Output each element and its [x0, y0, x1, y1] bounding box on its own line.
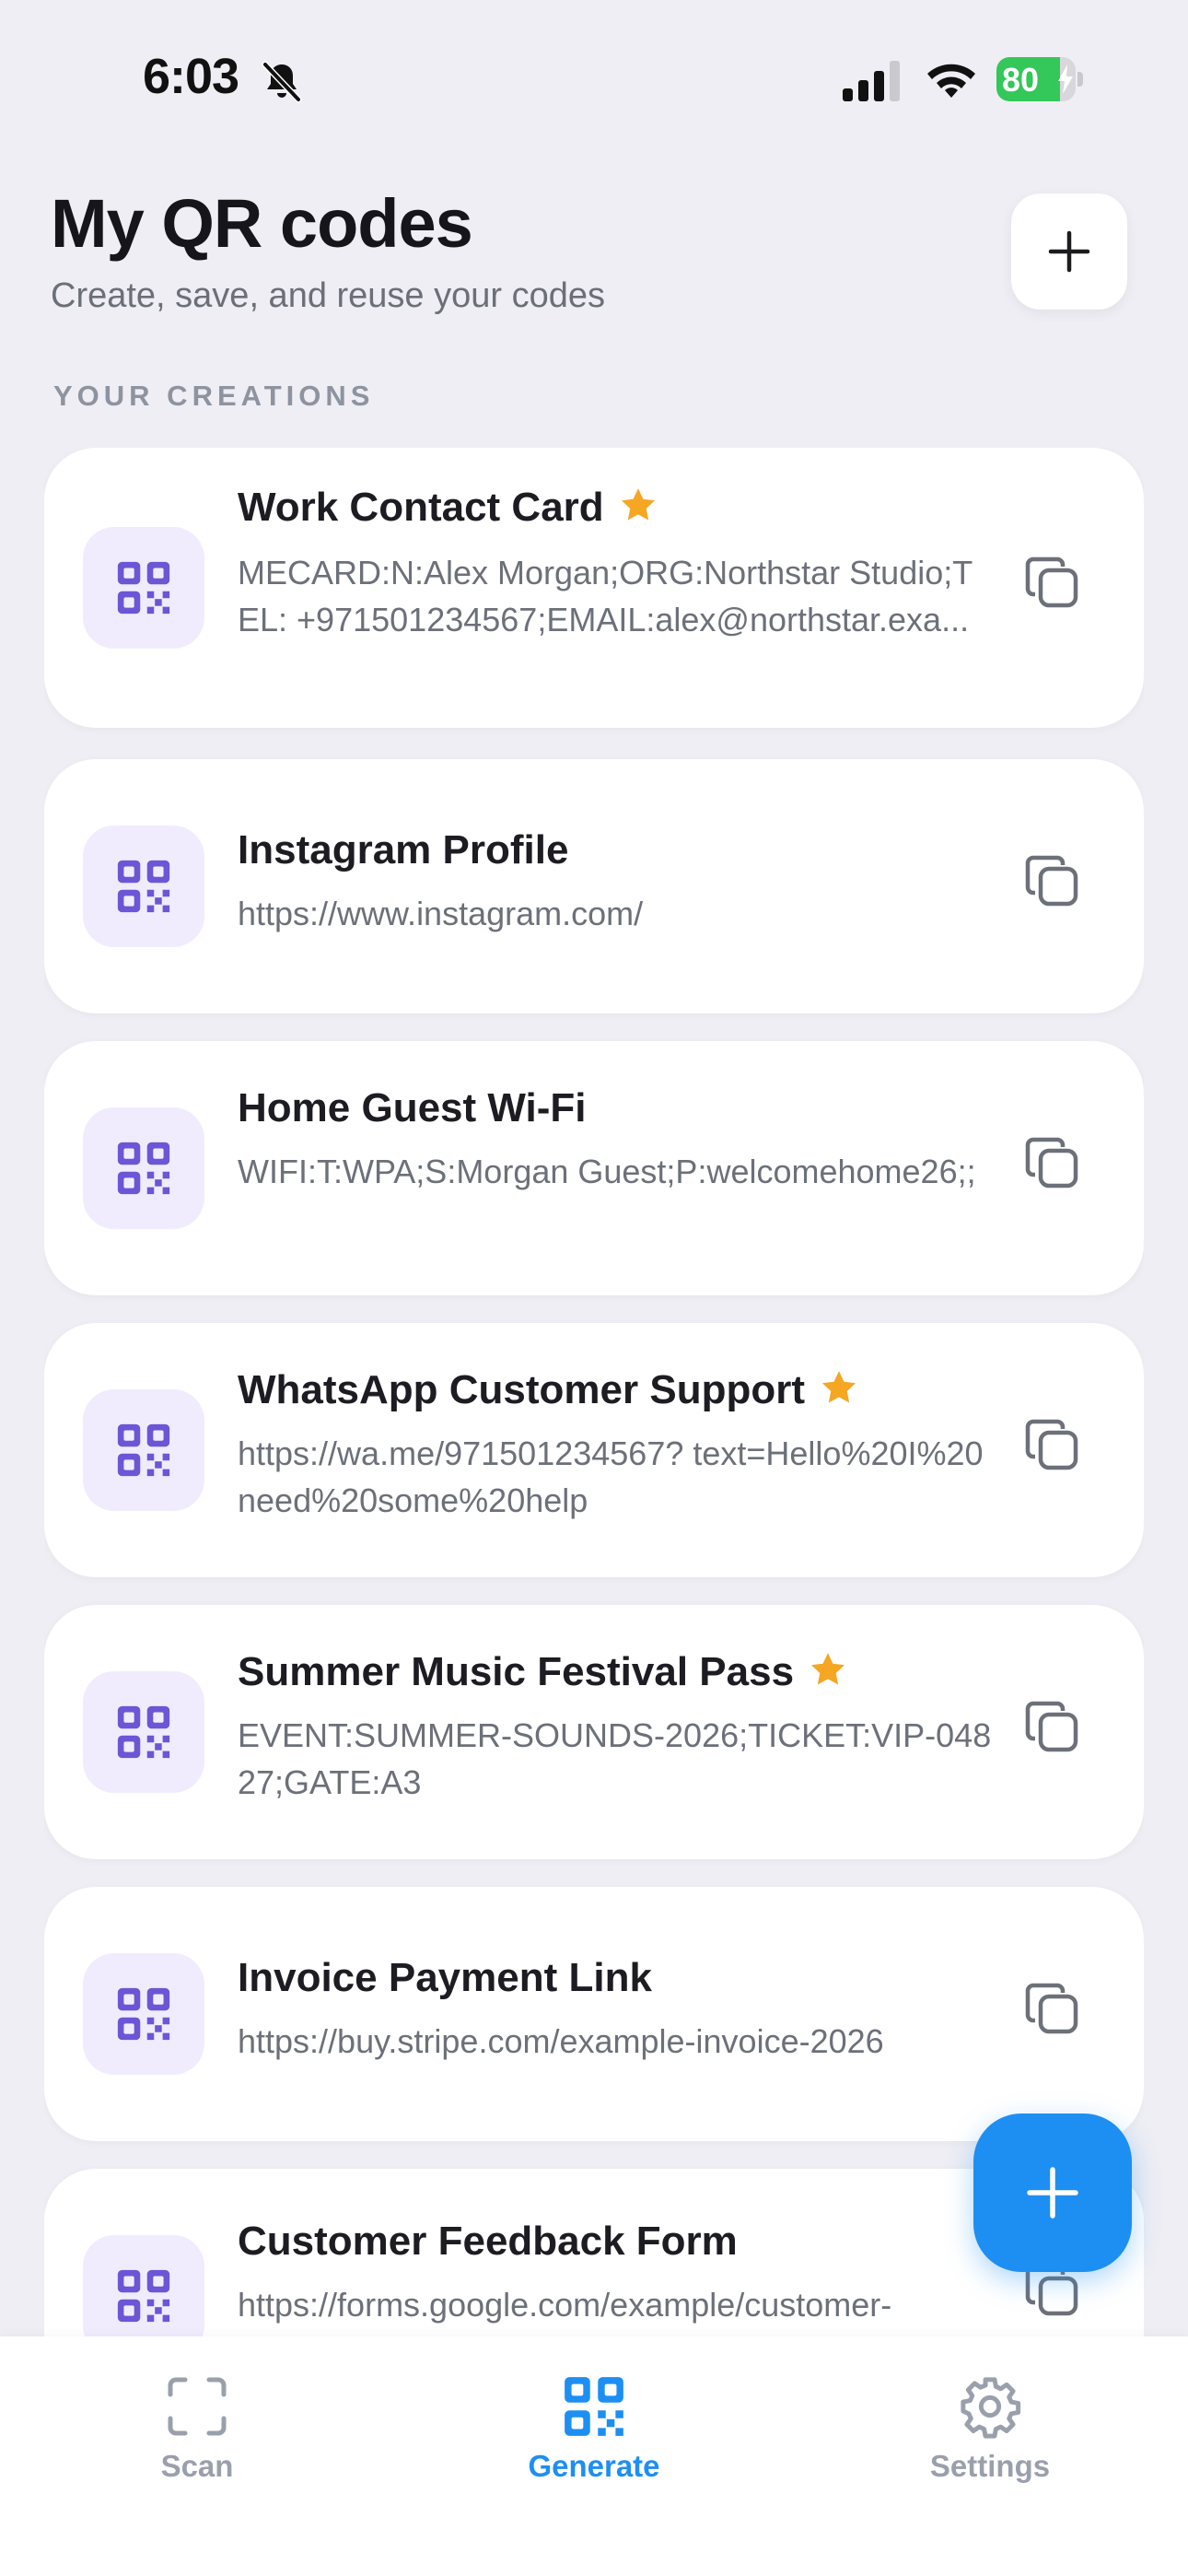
tab-scan[interactable]: Scan: [77, 2373, 317, 2484]
plus-icon: [1027, 2167, 1078, 2219]
page-title: My QR codes: [51, 185, 473, 262]
page-subtitle: Create, save, and reuse your codes: [51, 276, 606, 315]
qr-card-title: Home Guest Wi-Fi: [238, 1085, 587, 1131]
star-icon: [809, 1650, 847, 1689]
qr-code-icon: [83, 825, 204, 947]
qr-card-title: Summer Music Festival Pass: [238, 1649, 847, 1695]
qr-card-title-text: Work Contact Card: [238, 485, 604, 530]
qr-code-icon: [83, 527, 204, 649]
qr-code-icon: [83, 1107, 204, 1229]
tab-generate-label: Generate: [528, 2449, 660, 2483]
battery-percent: 80: [1002, 61, 1040, 99]
copy-button[interactable]: [1020, 1414, 1085, 1479]
qr-code-icon: [83, 2235, 204, 2336]
qr-card[interactable]: Instagram Profile https://www.instagram.c…: [44, 759, 1144, 1013]
qr-card-content: MECARD:N:Alex Morgan;ORG:Northstar Studi…: [238, 554, 973, 638]
qr-card[interactable]: WhatsApp Customer Support https://wa.me/9…: [44, 1323, 1144, 1577]
star-icon: [820, 1368, 858, 1407]
copy-icon: [1024, 852, 1081, 914]
copy-button[interactable]: [1020, 850, 1085, 915]
copy-button[interactable]: [1020, 1132, 1085, 1197]
qr-card-content: WIFI:T:WPA;S:Morgan Guest;P:welcomehome2…: [238, 1153, 976, 1190]
qr-card-title: Customer Feedback Form: [238, 2219, 738, 2265]
qr-card-title: WhatsApp Customer Support: [238, 1367, 858, 1413]
screen: 6:03 80 My QR codes Create, save, and re…: [0, 0, 1188, 2576]
qr-code-list: Work Contact Card MECARD:N:Alex Morgan;OR…: [44, 448, 1144, 2336]
copy-icon: [1024, 1980, 1081, 2042]
copy-button[interactable]: [1020, 552, 1085, 616]
qr-code-icon: [83, 1671, 204, 1793]
qr-card-title-text: Invoice Payment Link: [238, 1955, 652, 2000]
qr-card-content: https://www.instagram.com/: [238, 895, 644, 932]
qr-card-title-text: Summer Music Festival Pass: [238, 1649, 795, 1694]
battery-cap: [1077, 72, 1083, 87]
wifi-icon: [927, 64, 975, 98]
qr-code-icon: [561, 2373, 627, 2440]
fab-add-button[interactable]: [973, 2113, 1132, 2272]
qr-card-content: https://buy.stripe.com/example-invoice-2…: [238, 2022, 884, 2060]
status-bar: 6:03 80: [0, 0, 1188, 161]
header-add-button[interactable]: [1011, 193, 1127, 310]
qr-code-icon: [83, 1953, 204, 2075]
qr-card-title-text: Customer Feedback Form: [238, 2219, 738, 2264]
tab-settings-label: Settings: [929, 2449, 1051, 2483]
copy-icon: [1024, 1134, 1081, 1196]
qr-card[interactable]: Work Contact Card MECARD:N:Alex Morgan;OR…: [44, 448, 1144, 728]
tab-settings[interactable]: Settings: [870, 2373, 1110, 2484]
star-icon: [619, 486, 658, 524]
copy-icon: [1024, 554, 1081, 615]
copy-icon: [1024, 1416, 1081, 1478]
copy-icon: [1024, 1698, 1081, 1760]
copy-button[interactable]: [1020, 1696, 1085, 1761]
qr-card-title: Work Contact Card: [238, 485, 658, 531]
gear-icon: [957, 2373, 1023, 2440]
qr-card-content: EVENT:SUMMER-SOUNDS-2026;TICKET:VIP-0482…: [238, 1716, 992, 1801]
qr-card[interactable]: Invoice Payment Link https://buy.stripe.c…: [44, 1887, 1144, 2141]
qr-card-content: https://forms.google.com/example/custome…: [238, 2286, 892, 2324]
battery-icon: 80: [996, 57, 1083, 101]
tab-scan-label: Scan: [160, 2449, 234, 2483]
qr-card-title-text: Instagram Profile: [238, 827, 569, 872]
bolt-icon: [1058, 64, 1073, 94]
qr-card-content: https://wa.me/971501234567? text=Hello%2…: [238, 1434, 984, 1519]
tab-bar: Scan Generate Settings: [0, 2336, 1188, 2576]
status-time: 6:03: [143, 49, 239, 104]
section-label: YOUR CREATIONS: [53, 380, 375, 412]
plus-icon: [1048, 230, 1090, 273]
bell-slash-icon: [262, 61, 302, 103]
copy-button[interactable]: [1020, 1978, 1085, 2043]
qr-card[interactable]: Summer Music Festival Pass EVENT:SUMMER-S…: [44, 1605, 1144, 1859]
qr-code-icon: [83, 1389, 204, 1511]
tab-generate[interactable]: Generate: [474, 2373, 714, 2484]
qr-card-title: Invoice Payment Link: [238, 1955, 652, 2001]
signal-icon: [843, 61, 900, 101]
qr-card[interactable]: Home Guest Wi-Fi WIFI:T:WPA;S:Morgan Gues…: [44, 1041, 1144, 1295]
qr-card-title-text: Home Guest Wi-Fi: [238, 1085, 587, 1130]
qr-card-title-text: WhatsApp Customer Support: [238, 1367, 805, 1412]
battery-body: 80: [996, 57, 1076, 101]
qr-card-title: Instagram Profile: [238, 827, 568, 873]
scan-frame-icon: [164, 2373, 230, 2440]
